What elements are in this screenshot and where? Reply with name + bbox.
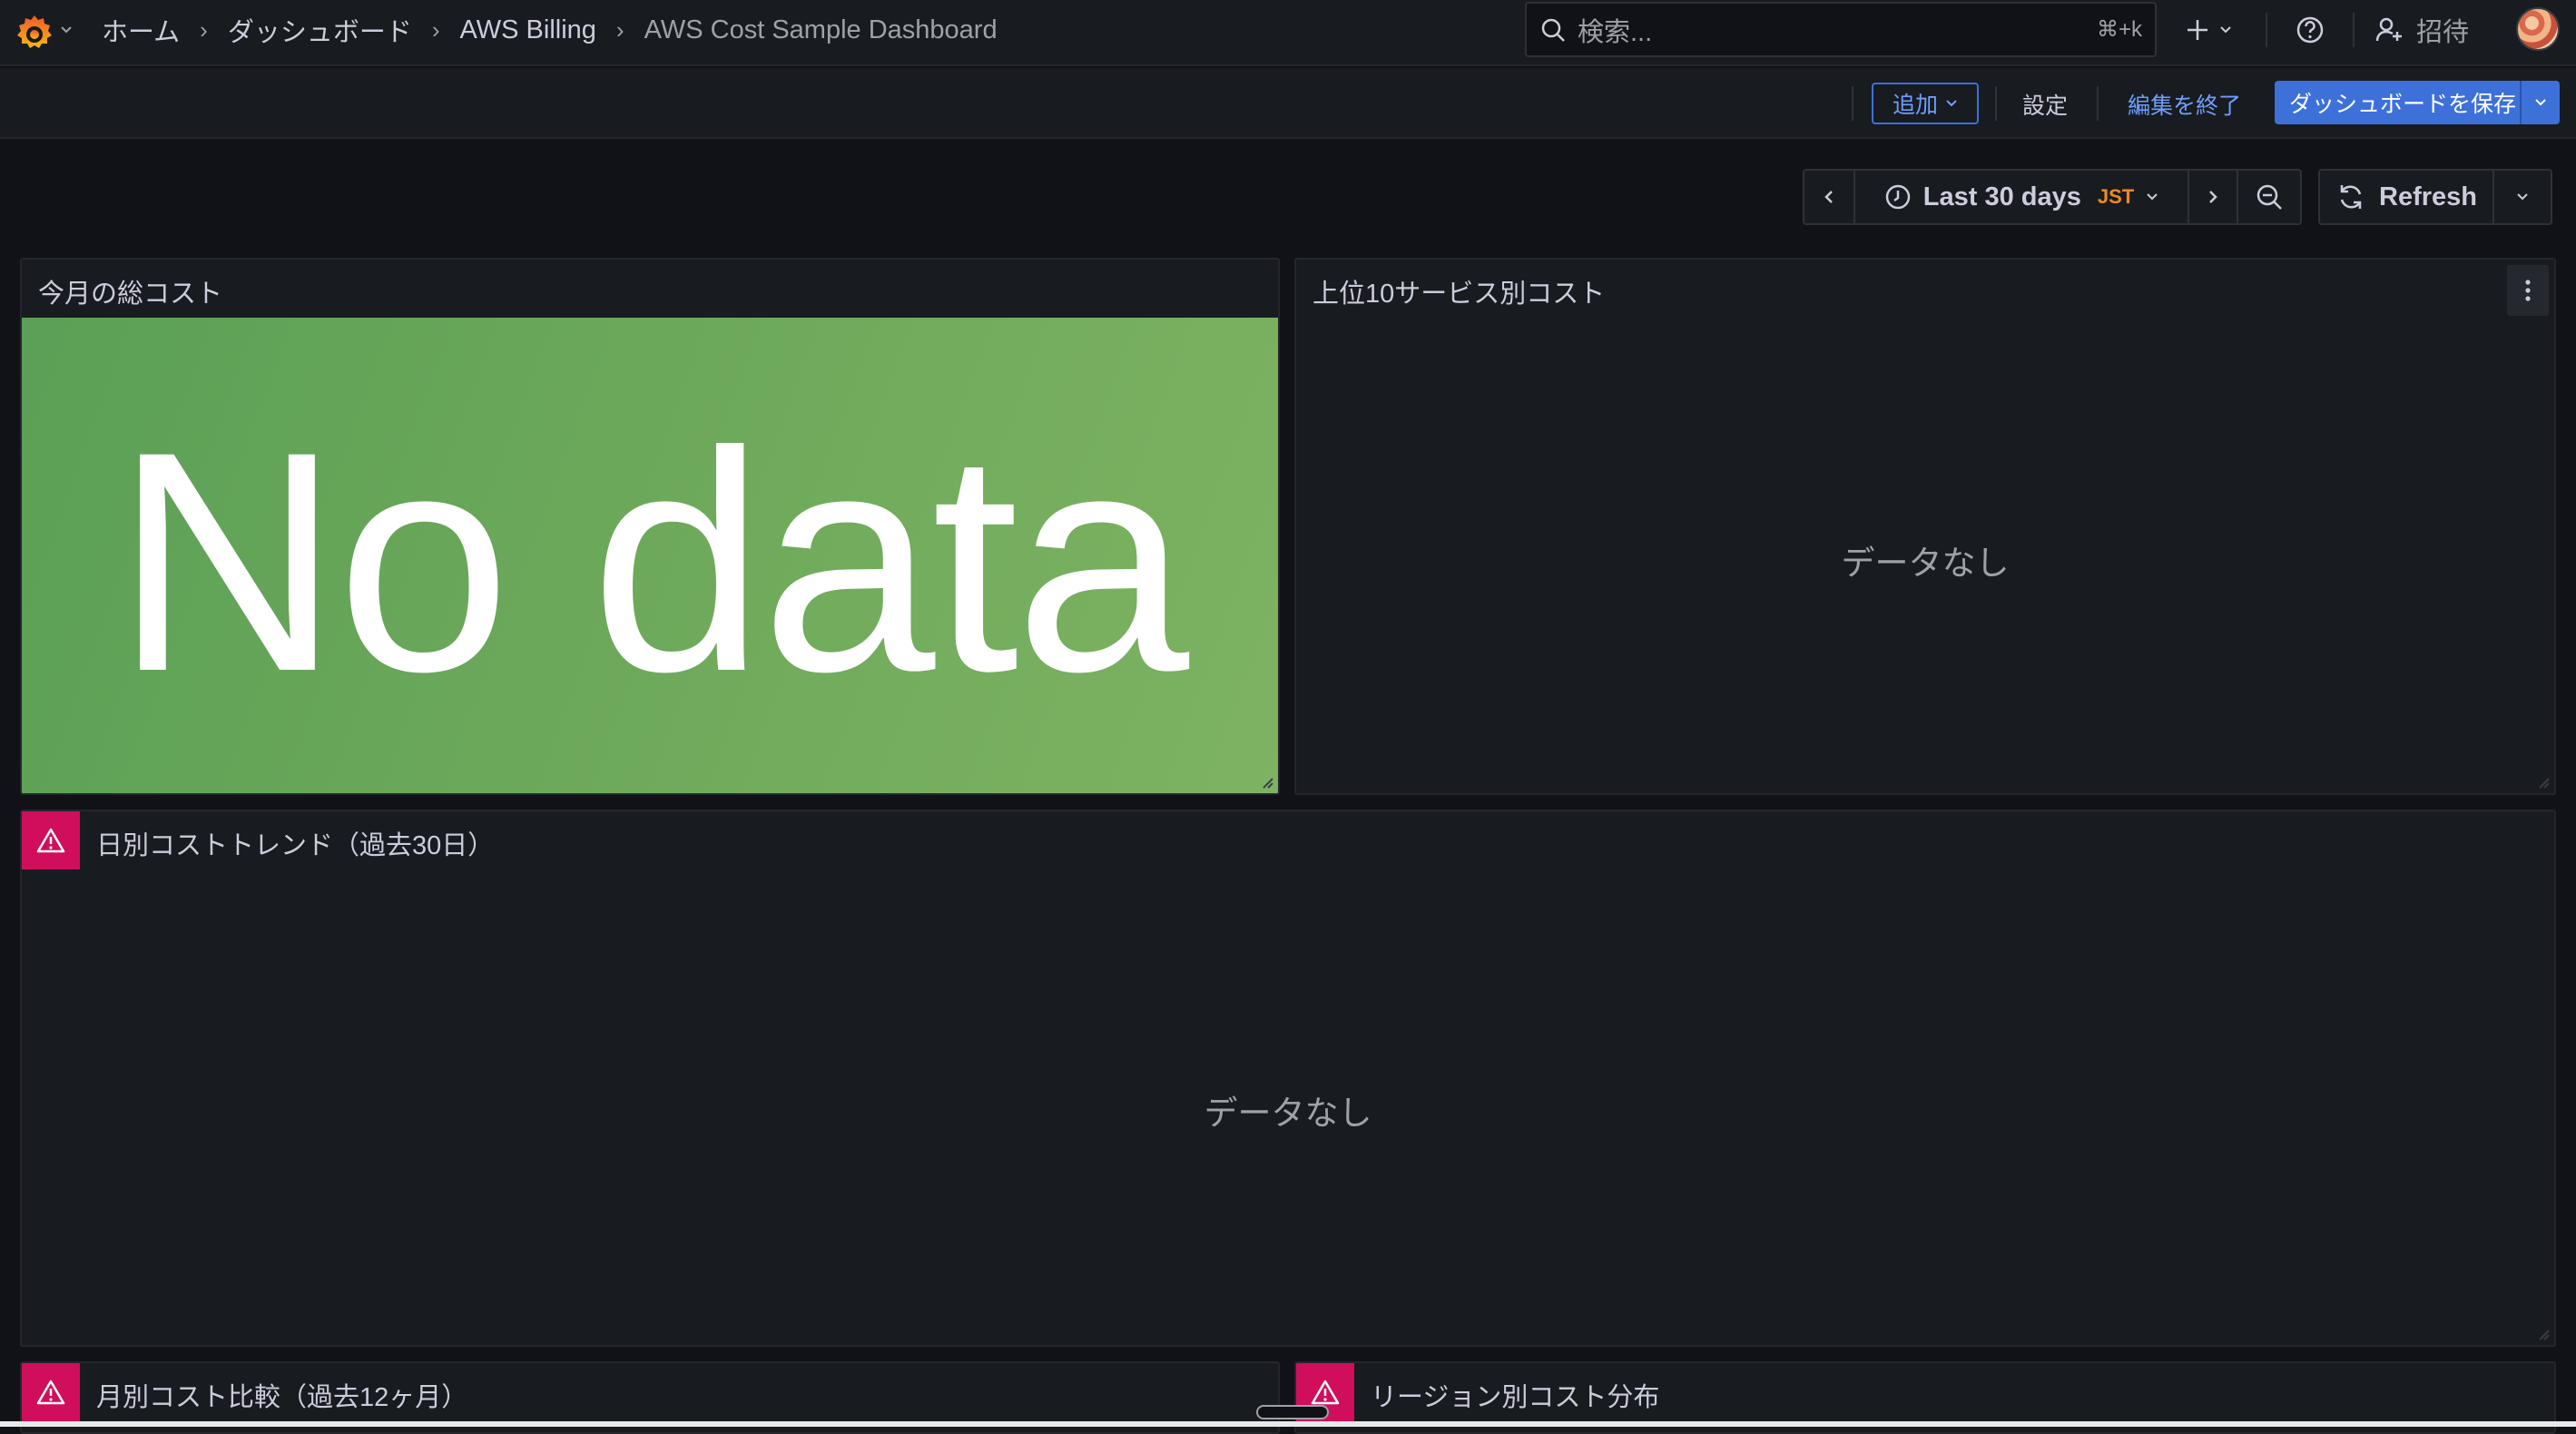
- invite-label: 招待: [2416, 18, 2470, 47]
- refresh-interval-picker[interactable]: [2492, 169, 2552, 225]
- panel-title: 日別コストトレンド（過去30日）: [96, 831, 495, 860]
- panel-title: 今月の総コスト: [38, 280, 223, 309]
- breadcrumb-current-dashboard: AWS Cost Sample Dashboard: [644, 15, 998, 44]
- time-shift-forward-button[interactable]: [2188, 169, 2238, 225]
- more-vertical-icon: [2525, 280, 2531, 301]
- no-data-message: データなし: [1841, 545, 2010, 582]
- save-dashboard-label: ダッシュボードを保存: [2289, 92, 2517, 117]
- grafana-logo-icon[interactable]: [13, 11, 56, 54]
- scroll-handle[interactable]: [1256, 1405, 1329, 1419]
- warning-icon[interactable]: [22, 1363, 80, 1421]
- divider: [2353, 13, 2355, 47]
- time-range-picker[interactable]: Last 30 days JST: [1853, 169, 2189, 225]
- window-bottom-edge: [0, 1421, 2576, 1427]
- stat-value: No data: [113, 387, 1189, 737]
- user-plus-icon: [2375, 17, 2402, 42]
- exit-edit-button[interactable]: 編集を終了: [2128, 88, 2241, 121]
- settings-button[interactable]: 設定: [2022, 88, 2068, 121]
- resize-handle-icon[interactable]: [2534, 1325, 2551, 1341]
- timezone-label: JST: [2097, 185, 2135, 208]
- search-placeholder: 検索...: [1578, 17, 1653, 47]
- plus-icon: [2188, 20, 2207, 40]
- stat-background: No data: [22, 318, 1278, 793]
- refresh-button[interactable]: Refresh: [2318, 169, 2494, 225]
- chevron-down-icon[interactable]: [60, 24, 73, 36]
- clock-icon: [1885, 184, 1911, 210]
- time-shift-back-button[interactable]: [1803, 169, 1855, 225]
- chevron-down-icon: [1946, 100, 1957, 107]
- search-input[interactable]: 検索... ⌘+k: [1525, 2, 2157, 57]
- no-data-message: データなし: [1204, 1095, 1372, 1132]
- add-label: 追加: [1892, 93, 1938, 118]
- chevron-right-icon: ›: [200, 15, 208, 44]
- chevron-down-icon: [2147, 193, 2158, 201]
- resize-handle-icon[interactable]: [2534, 773, 2551, 790]
- chevron-down-icon: [2220, 26, 2231, 34]
- chevron-right-icon: [2209, 191, 2217, 203]
- chevron-right-icon: ›: [431, 15, 440, 44]
- breadcrumb-folder[interactable]: AWS Billing: [460, 15, 596, 45]
- search-shortcut: ⌘+k: [2096, 17, 2142, 42]
- breadcrumb-dashboards[interactable]: ダッシュボード: [228, 11, 412, 49]
- chevron-down-icon[interactable]: [2522, 95, 2560, 110]
- chevron-left-icon: [1824, 191, 1833, 203]
- search-icon: [1541, 18, 1565, 42]
- refresh-label: Refresh: [2379, 182, 2477, 211]
- breadcrumb-home[interactable]: ホーム: [102, 11, 180, 49]
- panel-top10-services[interactable]: 上位10サービス別コスト データなし: [1294, 258, 2556, 795]
- invite-button[interactable]: 招待: [2374, 11, 2469, 49]
- help-icon[interactable]: [2295, 15, 2325, 45]
- dashboard-edit-toolbar: 追加 設定 編集を終了 ダッシュボードを保存: [0, 68, 2576, 139]
- zoom-out-button[interactable]: [2237, 169, 2302, 225]
- divider: [1995, 86, 1997, 121]
- refresh-icon: [2340, 185, 2362, 209]
- top-navigation-bar: ホーム › ダッシュボード › AWS Billing › AWS Cost S…: [0, 0, 2576, 66]
- divider: [2097, 86, 2099, 121]
- chevron-down-icon: [2517, 193, 2528, 201]
- panel-title: リージョン別コスト分布: [1371, 1383, 1660, 1412]
- warning-icon[interactable]: [22, 811, 80, 869]
- chevron-right-icon: ›: [615, 15, 624, 44]
- time-range-label: Last 30 days: [1922, 182, 2081, 211]
- panel-daily-cost-trend[interactable]: 日別コストトレンド（過去30日） データなし: [20, 810, 2556, 1347]
- user-avatar[interactable]: [2516, 7, 2560, 51]
- resize-handle-icon[interactable]: [1258, 773, 1274, 790]
- panel-title: 月別コスト比較（過去12ヶ月）: [96, 1383, 468, 1412]
- breadcrumb: ホーム › ダッシュボード › AWS Billing › AWS Cost S…: [102, 0, 998, 60]
- zoom-out-icon: [2256, 184, 2282, 210]
- divider: [1852, 86, 1853, 121]
- new-button[interactable]: [2184, 15, 2233, 45]
- divider: [2266, 13, 2267, 47]
- panel-total-cost[interactable]: 今月の総コスト No data: [20, 258, 1280, 795]
- panel-title: 上位10サービス別コスト: [1313, 280, 1606, 309]
- panel-menu-button[interactable]: [2507, 265, 2549, 316]
- add-button[interactable]: 追加: [1872, 83, 1979, 124]
- save-dashboard-button[interactable]: ダッシュボードを保存: [2275, 81, 2560, 124]
